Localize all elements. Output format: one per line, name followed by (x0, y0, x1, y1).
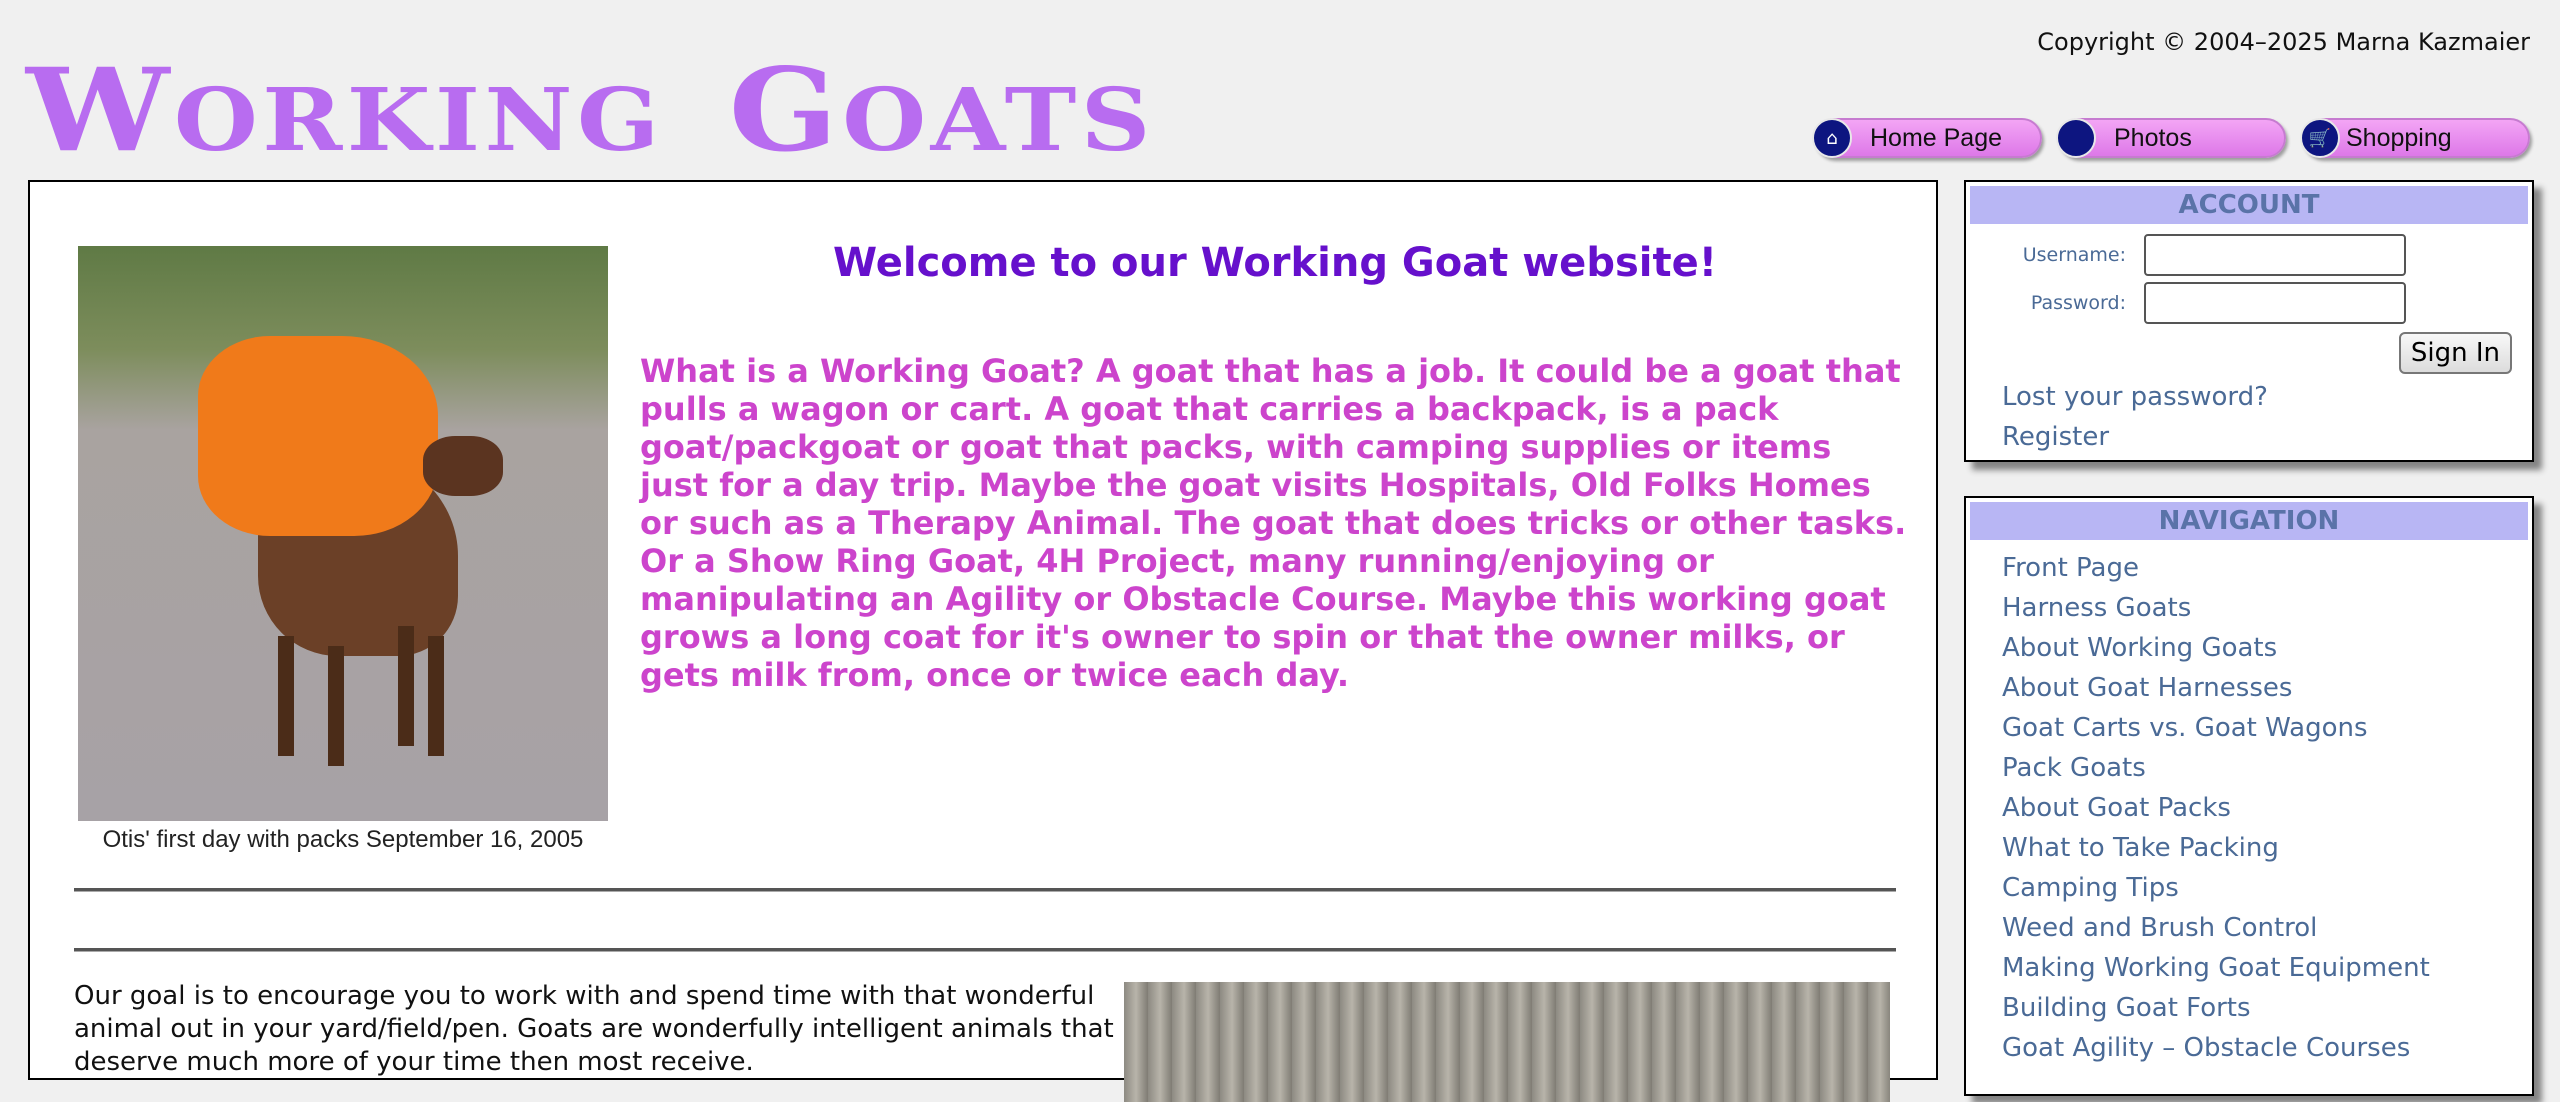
navigation-panel: NAVIGATION Front Page Harness Goats Abou… (1964, 496, 2534, 1096)
goal-paragraph: Our goal is to encourage you to work wit… (74, 981, 1114, 1077)
nav-item-building-goat-forts[interactable]: Building Goat Forts (2002, 988, 2430, 1028)
shopping-label: Shopping (2346, 123, 2452, 152)
password-row: Password: (1966, 282, 2406, 324)
navigation-list: Front Page Harness Goats About Working G… (2002, 548, 2430, 1068)
site-logo[interactable]: WORKING GOATS (26, 50, 1155, 181)
password-input[interactable] (2144, 282, 2406, 324)
divider-2 (74, 948, 1896, 952)
copyright-text: Copyright © 2004–2025 Marna Kazmaier (2037, 28, 2530, 56)
nav-item-harness-goats[interactable]: Harness Goats (2002, 588, 2430, 628)
nav-item-front-page[interactable]: Front Page (2002, 548, 2430, 588)
nav-item-about-goat-harnesses[interactable]: About Goat Harnesses (2002, 668, 2430, 708)
logo-orking: ORKING (173, 70, 664, 171)
logo-w: W (26, 43, 174, 177)
sign-in-button[interactable]: Sign In (2398, 332, 2512, 374)
photo-caption: Otis' first day with packs September 16,… (102, 826, 584, 853)
nav-item-about-working-goats[interactable]: About Working Goats (2002, 628, 2430, 668)
nav-item-goat-carts-vs-wagons[interactable]: Goat Carts vs. Goat Wagons (2002, 708, 2430, 748)
divider-1 (74, 888, 1896, 892)
register-link[interactable]: Register (2002, 422, 2109, 452)
username-label: Username: (2022, 244, 2126, 266)
nav-item-what-to-take-packing[interactable]: What to Take Packing (2002, 828, 2430, 868)
nav-item-weed-brush-control[interactable]: Weed and Brush Control (2002, 908, 2430, 948)
lost-password-link[interactable]: Lost your password? (2002, 382, 2268, 412)
navigation-title: NAVIGATION (1970, 502, 2528, 540)
goat-with-packs-photo (78, 246, 608, 821)
password-label: Password: (2030, 292, 2126, 314)
cart-icon: 🛒 (2300, 118, 2340, 158)
nav-item-goat-agility[interactable]: Goat Agility – Obstacle Courses (2002, 1028, 2430, 1068)
account-title: ACCOUNT (1970, 186, 2528, 224)
logo-oats: OATS (842, 70, 1155, 171)
account-panel: ACCOUNT Username: Password: Sign In Lost… (1964, 180, 2534, 462)
nav-item-about-goat-packs[interactable]: About Goat Packs (2002, 788, 2430, 828)
nav-item-pack-goats[interactable]: Pack Goats (2002, 748, 2430, 788)
intro-paragraph: What is a Working Goat? A goat that has … (640, 352, 1907, 694)
top-navigation: ⌂ Home Page Photos 🛒 Shopping (1812, 118, 2530, 158)
shopping-button[interactable]: 🛒 Shopping (2300, 118, 2530, 158)
nav-item-making-equipment[interactable]: Making Working Goat Equipment (2002, 948, 2430, 988)
main-content: Otis' first day with packs September 16,… (28, 180, 1938, 1102)
nav-item-camping-tips[interactable]: Camping Tips (2002, 868, 2430, 908)
home-page-label: Home Page (1870, 123, 2003, 152)
home-page-button[interactable]: ⌂ Home Page (1812, 118, 2042, 158)
photos-label: Photos (2114, 123, 2192, 152)
photos-button[interactable]: Photos (2056, 118, 2286, 158)
goat-pen-photo (1124, 982, 1890, 1102)
photo-icon (2056, 118, 2096, 158)
welcome-heading: Welcome to our Working Goat website! (833, 240, 1717, 286)
username-input[interactable] (2144, 234, 2406, 276)
home-icon: ⌂ (1812, 118, 1852, 158)
logo-g: G (728, 43, 843, 177)
username-row: Username: (1966, 234, 2406, 276)
